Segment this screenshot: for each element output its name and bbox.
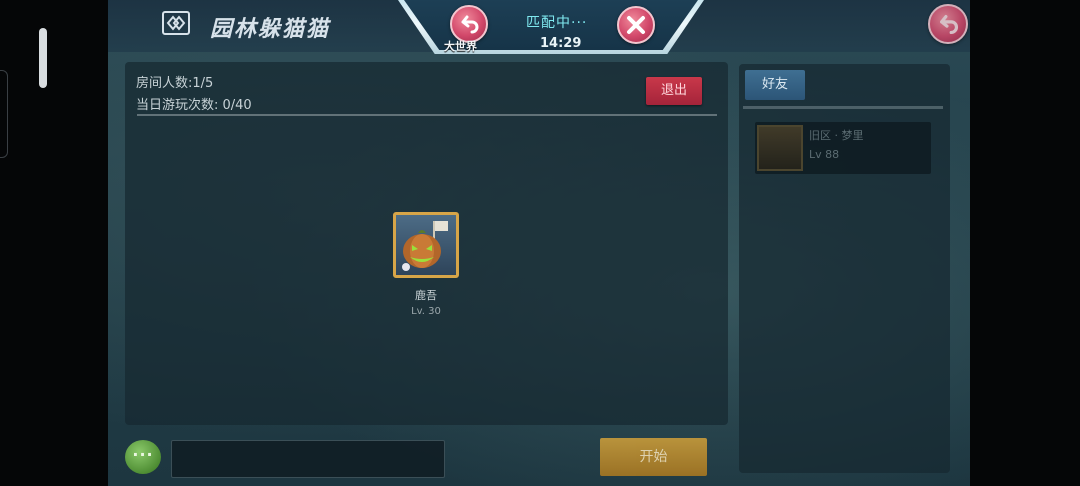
game-logo-icon	[162, 11, 190, 35]
game-viewport: 园林躲猫猫 大世界 匹配中··· 14:29 房间人数:1/5 当日游玩次数: …	[108, 0, 970, 486]
friends-panel: 好友 旧区 · 梦里 Lv 88	[739, 64, 950, 473]
player-slot[interactable]: 鹿吾 Lv. 30	[393, 212, 463, 317]
return-button[interactable]	[928, 4, 968, 44]
friend-level: Lv 88	[809, 148, 840, 161]
chat-more-button[interactable]: ···	[125, 440, 161, 474]
edge-notch	[0, 70, 8, 158]
pumpkin-avatar-icon	[402, 221, 448, 271]
player-name: 鹿吾	[415, 289, 437, 302]
avatar	[757, 125, 803, 171]
close-x-icon	[627, 16, 645, 34]
exit-room-button[interactable]: 退出	[646, 77, 702, 105]
room-divider	[137, 114, 717, 116]
back-arrow-icon	[461, 15, 479, 34]
room-panel: 房间人数:1/5 当日游玩次数: 0/40 退出 鹿吾 Lv. 30	[125, 62, 728, 425]
chat-input[interactable]	[171, 440, 445, 478]
big-world-label: 大世界	[444, 40, 477, 53]
matching-status: 匹配中···	[526, 15, 588, 31]
start-button[interactable]: 开始	[600, 438, 707, 476]
avatar	[393, 212, 459, 278]
room-member-count: 房间人数:1/5	[136, 76, 214, 91]
status-pill	[39, 28, 47, 88]
friends-divider	[743, 106, 943, 109]
daily-play-count: 当日游玩次数: 0/40	[136, 98, 252, 113]
tab-friends[interactable]: 好友	[745, 70, 805, 100]
match-timer: 14:29	[540, 36, 582, 51]
device-right-edge	[970, 0, 1080, 486]
player-level: Lv. 30	[411, 306, 441, 317]
list-item[interactable]: 旧区 · 梦里 Lv 88	[755, 122, 931, 174]
device-left-edge	[0, 0, 108, 486]
back-arrow-icon	[940, 14, 958, 35]
cancel-match-button[interactable]	[617, 6, 655, 44]
friend-name: 旧区 · 梦里	[809, 129, 864, 142]
page-title: 园林躲猫猫	[210, 17, 331, 42]
